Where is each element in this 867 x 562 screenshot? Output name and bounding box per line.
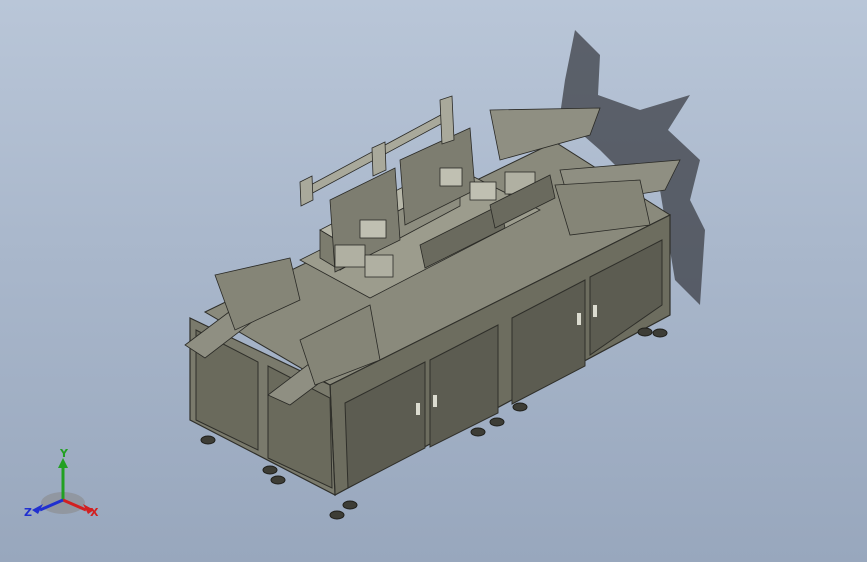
z-axis-label: Z bbox=[24, 506, 32, 519]
door-handle bbox=[416, 403, 420, 415]
cad-viewport[interactable]: Y X Z bbox=[0, 0, 867, 562]
x-axis-label: X bbox=[90, 506, 99, 519]
door-handle bbox=[433, 395, 437, 407]
y-axis-label: Y bbox=[59, 448, 69, 460]
door-handle bbox=[593, 305, 597, 317]
door-handle bbox=[577, 313, 581, 325]
assembly-model[interactable] bbox=[0, 0, 867, 562]
orientation-triad[interactable]: Y X Z bbox=[18, 448, 108, 528]
